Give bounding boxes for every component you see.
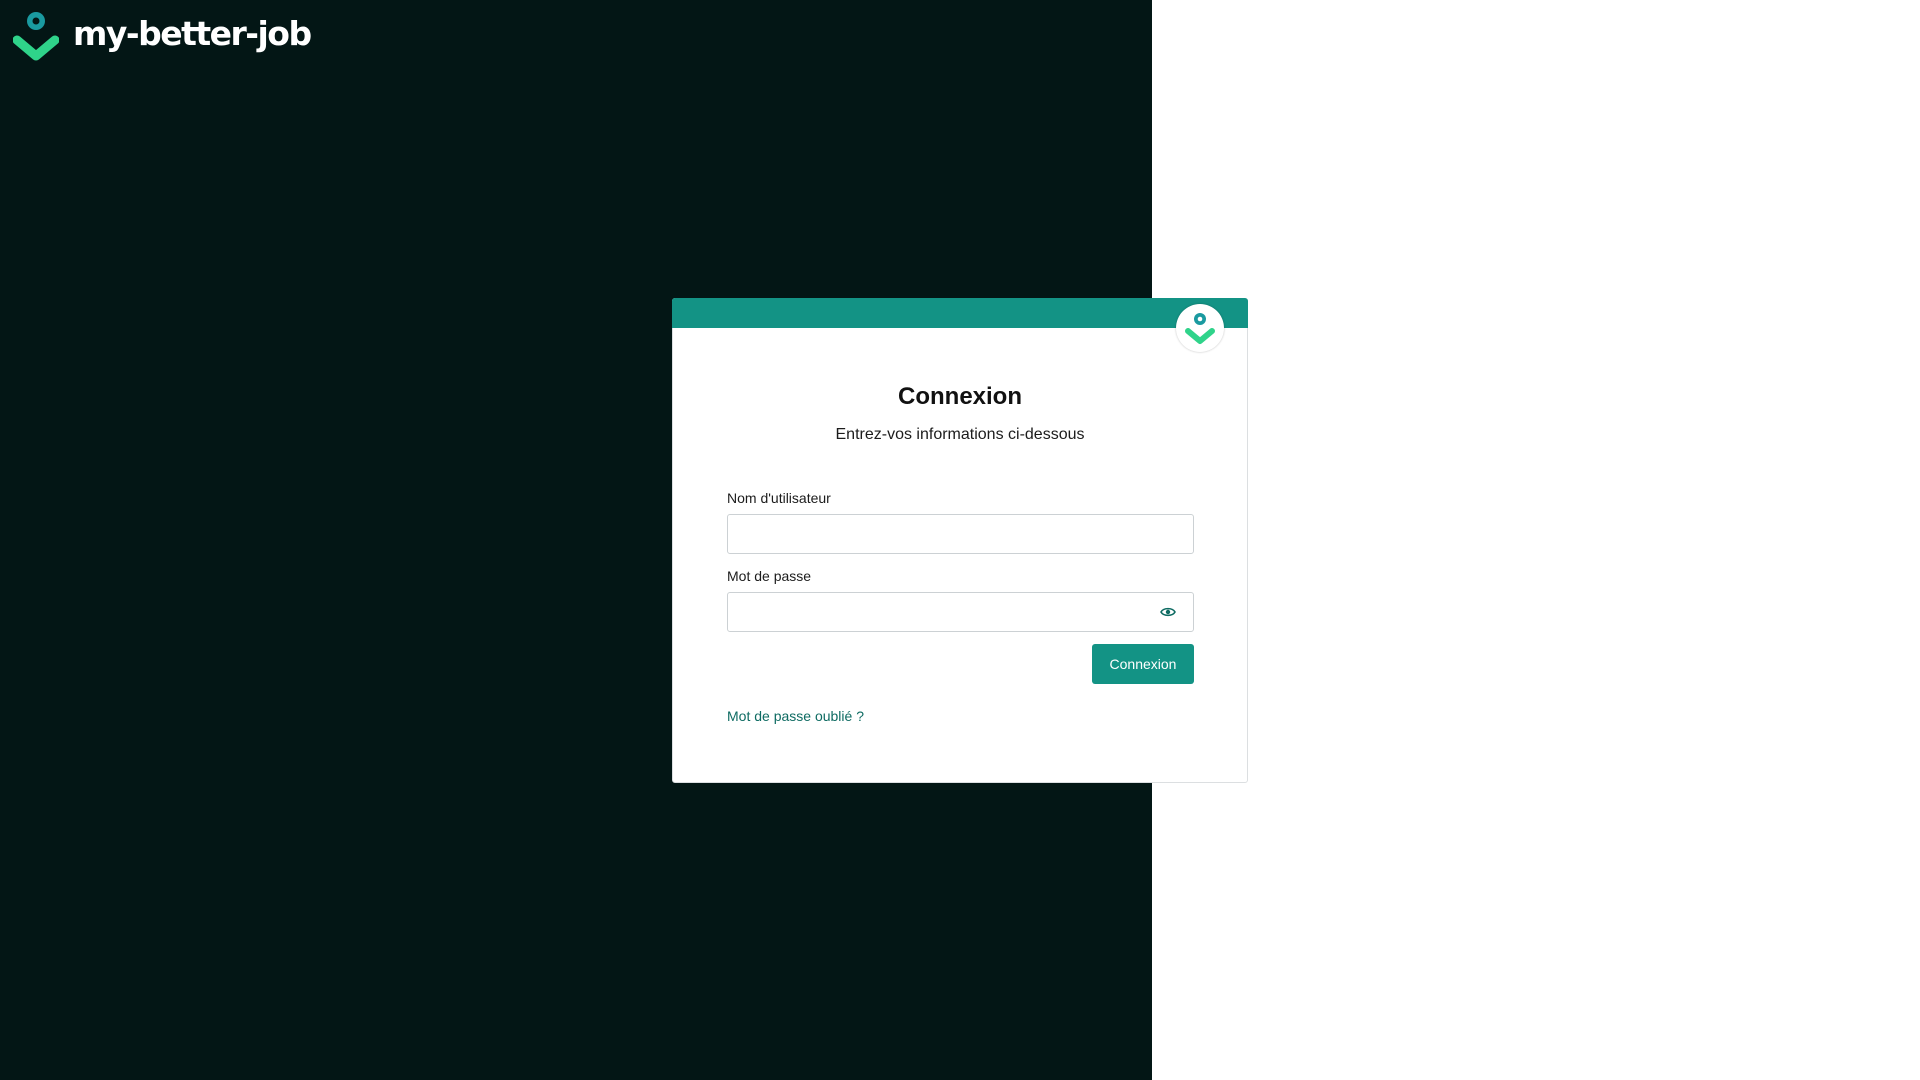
- login-title: Connexion: [898, 383, 1022, 410]
- login-submit-button[interactable]: Connexion: [1092, 644, 1194, 684]
- brand-name: my-better-job: [73, 13, 312, 53]
- password-label: Mot de passe: [727, 568, 812, 584]
- pin-check-logo-icon: [13, 12, 59, 61]
- password-input[interactable]: [727, 592, 1194, 632]
- card-logo-badge: [1176, 304, 1224, 352]
- login-subtitle: Entrez-vos informations ci-dessous: [835, 426, 1085, 443]
- show-password-toggle[interactable]: [1157, 601, 1179, 623]
- forgot-password-link[interactable]: Mot de passe oublié ?: [727, 708, 864, 724]
- username-input[interactable]: [727, 514, 1194, 554]
- pin-check-logo-icon: [1185, 313, 1215, 344]
- card-header-bar: [672, 298, 1248, 328]
- login-card: Connexion Entrez-vos informations ci-des…: [672, 298, 1248, 783]
- username-label: Nom d'utilisateur: [727, 490, 831, 506]
- login-page: my-better-job Connexion Entrez-vos infor…: [0, 0, 1920, 1080]
- brand-logo[interactable]: my-better-job: [13, 10, 312, 62]
- eye-icon: [1160, 607, 1176, 617]
